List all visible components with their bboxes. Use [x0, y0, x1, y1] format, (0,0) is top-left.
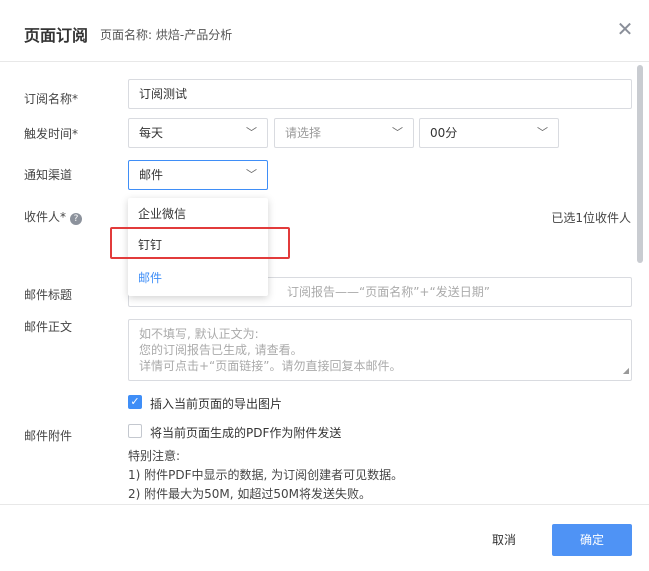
chevron-down-icon: ﹀	[537, 126, 548, 139]
mail-body-placeholder-line: 如不填写, 默认正文为:	[139, 327, 259, 341]
note-line: 特别注意:	[128, 449, 181, 463]
resize-handle-icon[interactable]: ◢	[623, 363, 629, 379]
note-line: 2) 附件最大为50M, 如超过50M将发送失败。	[128, 487, 372, 501]
mail-title-label: 邮件标题	[24, 288, 73, 302]
frequency-select[interactable]: 每天 ﹀	[128, 118, 268, 148]
channel-label: 通知渠道	[24, 168, 73, 182]
pdf-attach-checkbox[interactable]	[128, 424, 142, 438]
minute-value: 00分	[430, 126, 458, 140]
mail-body-label: 邮件正文	[24, 320, 73, 334]
dialog-footer: 取消 确定	[0, 504, 649, 571]
channel-option-email[interactable]: 邮件	[128, 264, 268, 292]
subscription-name-input[interactable]: 订阅测试	[128, 79, 632, 109]
confirm-button[interactable]: 确定	[552, 524, 632, 556]
channel-option-wecom[interactable]: 企业微信	[128, 200, 268, 228]
mail-body-textarea[interactable]: 如不填写, 默认正文为: 您的订阅报告已生成, 请查看。 详情可点击+“页面链接…	[128, 319, 632, 381]
recipients-label: 收件人*	[24, 210, 67, 224]
question-icon[interactable]: ?	[70, 213, 83, 225]
day-placeholder: 请选择	[285, 126, 322, 140]
highlight-box	[110, 227, 290, 259]
dialog-body: 订阅名称* 订阅测试 触发时间* 每天 ﹀ 请选择 ﹀ 00分 ﹀ 通知渠道 邮…	[0, 62, 649, 504]
dialog-title: 页面订阅	[24, 26, 89, 45]
insert-image-checkbox[interactable]: ✓	[128, 395, 142, 409]
subscription-name-label: 订阅名称*	[24, 92, 79, 106]
subscription-dialog: 页面订阅 页面名称: 烘焙-产品分析 ✕ 订阅名称* 订阅测试 触发时间* 每天…	[0, 0, 649, 571]
chevron-down-icon: ﹀	[392, 126, 403, 139]
mail-body-placeholder-line: 您的订阅报告已生成, 请查看。	[139, 343, 303, 357]
channel-select[interactable]: 邮件 ﹀	[128, 160, 268, 190]
chevron-down-icon: ﹀	[246, 168, 257, 181]
cancel-button[interactable]: 取消	[474, 525, 534, 555]
mail-body-placeholder-line: 详情可点击+“页面链接”。请勿直接回复本邮件。	[139, 359, 402, 373]
minute-select[interactable]: 00分 ﹀	[419, 118, 559, 148]
chevron-down-icon: ﹀	[246, 126, 257, 139]
insert-image-label: 插入当前页面的导出图片	[150, 397, 283, 411]
trigger-time-label: 触发时间*	[24, 127, 79, 141]
scrollbar[interactable]	[637, 65, 643, 263]
close-icon[interactable]: ✕	[612, 16, 638, 42]
recipients-label-row: 收件人*?	[24, 208, 83, 225]
note-line: 1) 附件PDF中显示的数据, 为订阅创建者可见数据。	[128, 468, 404, 482]
attachment-notes: 特别注意: 1) 附件PDF中显示的数据, 为订阅创建者可见数据。 2) 附件最…	[128, 447, 403, 504]
recipient-count[interactable]: 已选1位收件人	[551, 209, 631, 226]
page-name-subtitle: 页面名称: 烘焙-产品分析	[100, 28, 233, 42]
dialog-header: 页面订阅 页面名称: 烘焙-产品分析 ✕	[0, 0, 649, 62]
day-select[interactable]: 请选择 ﹀	[274, 118, 414, 148]
attachments-label: 邮件附件	[24, 429, 73, 443]
frequency-value: 每天	[139, 126, 164, 140]
pdf-attach-label: 将当前页面生成的PDF作为附件发送	[150, 426, 342, 440]
channel-value: 邮件	[139, 168, 164, 182]
